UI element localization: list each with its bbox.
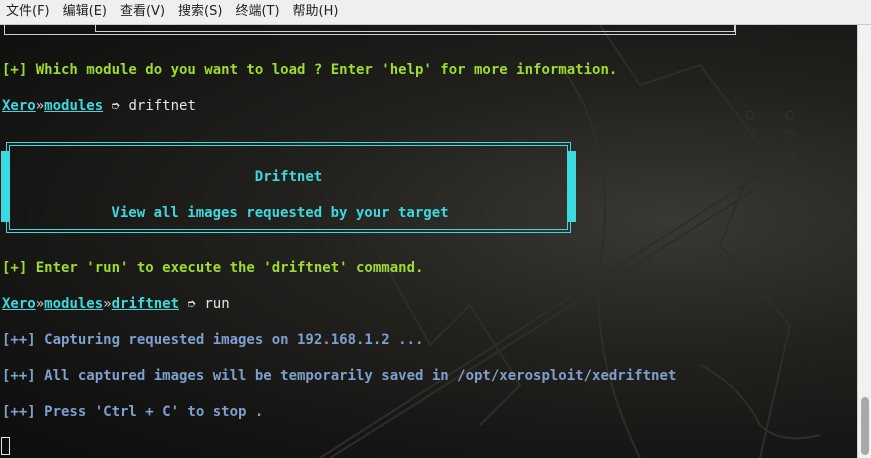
- scrollbar-thumb[interactable]: [861, 397, 869, 455]
- prompt-line-1: Xero»modules ➮ driftnet: [2, 97, 196, 115]
- previous-output-frame: [4, 25, 736, 35]
- text-cursor: [1, 437, 10, 455]
- banner-title: Driftnet: [254, 169, 323, 185]
- menu-search[interactable]: 搜索(S): [172, 0, 226, 24]
- prompt-arrow: ➮: [179, 296, 205, 312]
- menu-help[interactable]: 帮助(H): [287, 0, 343, 24]
- prompt-module: driftnet: [111, 296, 180, 312]
- menu-view[interactable]: 查看(V): [114, 0, 169, 24]
- menu-file[interactable]: 文件(F): [0, 0, 54, 24]
- banner-description: View all images requested by your target: [111, 205, 449, 221]
- prompt-path: modules: [44, 296, 104, 312]
- scrollbar[interactable]: [857, 25, 871, 458]
- menu-edit[interactable]: 编辑(E): [57, 0, 111, 24]
- prompt-command: run: [204, 296, 230, 312]
- prompt-command: driftnet: [128, 98, 196, 114]
- output-line: [++] All captured images will be tempora…: [2, 368, 677, 384]
- module-question-line: [+] Which module do you want to load ? E…: [2, 62, 618, 78]
- prompt-line-2: Xero»modules»driftnet ➮ run: [2, 295, 230, 313]
- menu-bar: 文件(F) 编辑(E) 查看(V) 搜索(S) 终端(T) 帮助(H): [0, 0, 871, 25]
- run-hint-line: [+] Enter 'run' to execute the 'driftnet…: [2, 260, 424, 276]
- menu-terminal[interactable]: 终端(T): [229, 0, 283, 24]
- prompt-arrow: ➮: [103, 98, 129, 114]
- prompt-separator: »: [103, 296, 112, 312]
- prompt-separator: »: [35, 296, 45, 312]
- output-line: [++] Capturing requested images on 192.1…: [2, 332, 424, 348]
- prompt-user: Xero: [2, 296, 36, 312]
- background-artwork: [319, 25, 821, 458]
- prompt-separator: »: [35, 98, 45, 114]
- prompt-user: Xero: [2, 98, 36, 114]
- prompt-path: modules: [44, 98, 104, 114]
- module-banner: Driftnet View all images requested by yo…: [0, 142, 577, 233]
- terminal-area[interactable]: [+] Which module do you want to load ? E…: [0, 25, 857, 458]
- output-line: [++] Press 'Ctrl + C' to stop .: [2, 404, 264, 420]
